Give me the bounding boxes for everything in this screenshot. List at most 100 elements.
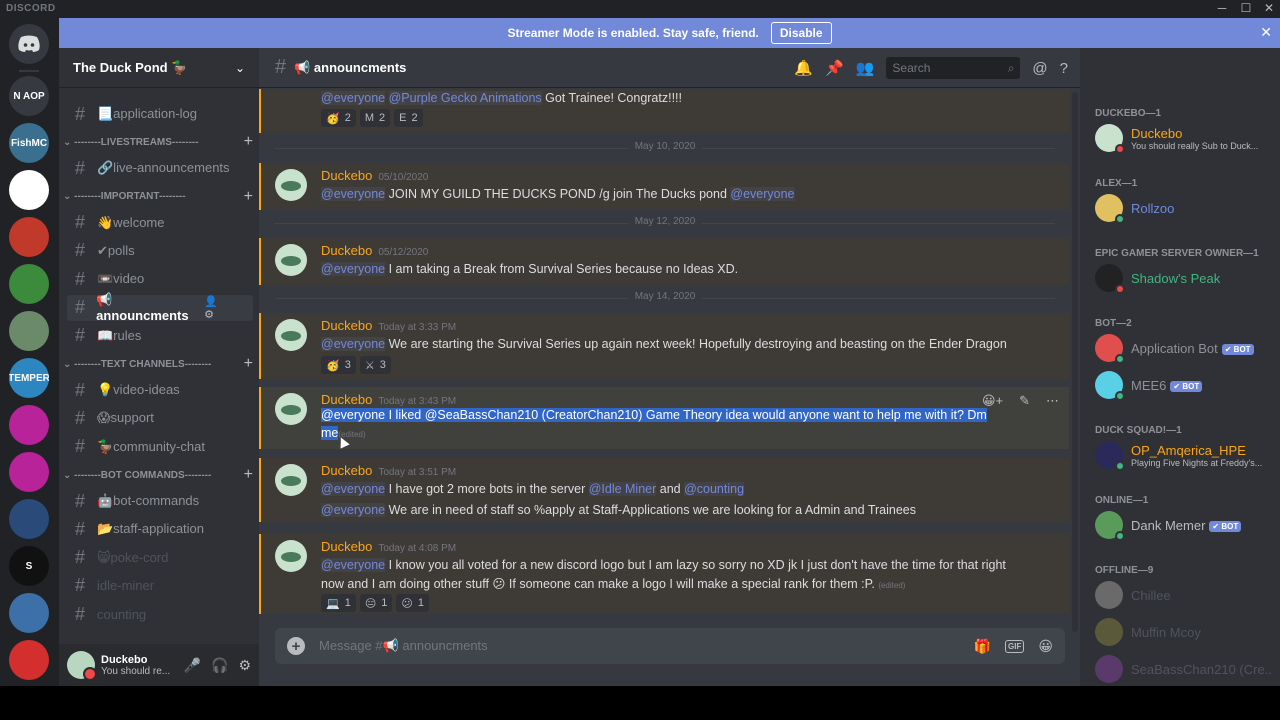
server-icon[interactable] xyxy=(9,640,49,680)
member-item[interactable]: Dank Memer ✔ BOT xyxy=(1095,507,1275,543)
guild-header[interactable]: The Duck Pond 🦆 ⌄ xyxy=(59,48,259,88)
channel-item[interactable]: # 😱support xyxy=(67,405,253,431)
reaction-button[interactable]: ⚔ 3 xyxy=(359,356,391,374)
reaction-button[interactable]: 🥳 3 xyxy=(321,356,356,374)
server-icon[interactable] xyxy=(9,593,49,633)
reaction-button[interactable]: 🥳 2 xyxy=(321,109,356,127)
member-item[interactable]: Rollzoo xyxy=(1095,190,1275,226)
server-icon[interactable] xyxy=(9,452,49,492)
message-author[interactable]: Duckebo Today at 3:33 PM xyxy=(321,318,456,333)
search-input[interactable]: Search ⌕ xyxy=(886,57,1021,79)
message-author[interactable]: Duckebo 05/10/2020 xyxy=(321,168,428,183)
gif-icon[interactable]: GIF xyxy=(1005,639,1025,653)
user-mention[interactable]: @everyone xyxy=(321,558,386,572)
reaction-button[interactable]: 😕 1 xyxy=(396,594,430,612)
user-mention[interactable]: @everyone xyxy=(321,187,386,201)
channel-category[interactable]: ⌄ --------IMPORTANT-------- + xyxy=(63,188,253,206)
emoji-icon[interactable]: 😀 xyxy=(1038,638,1053,655)
add-channel-icon[interactable]: + xyxy=(244,188,253,206)
user-mention[interactable]: @everyone xyxy=(321,503,386,517)
channel-item[interactable]: # 📖rules xyxy=(67,323,253,349)
add-reaction-icon[interactable]: 😀+ xyxy=(982,393,1003,409)
message-author[interactable]: Duckebo Today at 3:51 PM xyxy=(321,463,456,478)
user-mention[interactable]: @everyone xyxy=(321,91,386,105)
reaction-button[interactable]: 💻 1 xyxy=(321,594,356,612)
member-item[interactable]: OP_Amqerica_HPE Playing Five Nights at Fr… xyxy=(1095,437,1275,473)
server-icon[interactable]: S xyxy=(9,546,49,586)
author-avatar[interactable] xyxy=(275,540,307,572)
add-channel-icon[interactable]: + xyxy=(244,133,253,151)
member-item[interactable]: Muffin Mcoy xyxy=(1095,614,1275,650)
microphone-icon[interactable]: 🎤 xyxy=(184,657,201,674)
server-icon[interactable]: N AOP xyxy=(9,76,49,116)
channel-category[interactable]: ⌄ --------TEXT CHANNELS-------- + xyxy=(63,355,253,373)
message[interactable]: Duckebo 05/10/2020 @everyone JOIN MY GUIL… xyxy=(259,163,1069,210)
channel-item[interactable]: # 🦆community-chat xyxy=(67,434,253,460)
reaction-button[interactable]: 😑 1 xyxy=(359,594,393,612)
channel-item[interactable]: # idle-miner xyxy=(67,573,253,599)
headphones-icon[interactable]: 🎧 xyxy=(211,657,228,674)
reaction-button[interactable]: E2 xyxy=(394,109,423,127)
member-item[interactable]: Application Bot ✔ BOT xyxy=(1095,330,1275,366)
channel-item[interactable]: # 📂staff-application xyxy=(67,516,253,542)
members-icon[interactable]: 👥 xyxy=(856,59,875,77)
channel-item[interactable]: # 👋welcome xyxy=(67,210,253,236)
server-icon[interactable]: FishMC xyxy=(9,123,49,163)
channel-item[interactable]: # counting xyxy=(67,601,253,627)
member-item[interactable]: SeaBassChan210 (Cre... xyxy=(1095,651,1275,686)
author-avatar[interactable] xyxy=(275,319,307,351)
member-item[interactable]: Duckebo You should really Sub to Duck... xyxy=(1095,120,1275,156)
disable-streamer-mode-button[interactable]: Disable xyxy=(770,22,832,44)
reaction-button[interactable]: M2 xyxy=(359,109,391,127)
author-avatar[interactable] xyxy=(275,393,307,425)
user-mention[interactable]: @Idle Miner xyxy=(588,482,657,496)
message-composer[interactable]: + Message #📢 announcments 🎁 GIF 😀 xyxy=(275,628,1065,664)
maximize-button[interactable]: ☐ xyxy=(1236,1,1256,15)
gift-icon[interactable]: 🎁 xyxy=(974,638,991,655)
channel-item[interactable]: # 📼video xyxy=(67,266,253,292)
channel-item[interactable]: # 😸poke-cord xyxy=(67,545,253,571)
message[interactable]: Duckebo 05/12/2020 @everyone I am taking … xyxy=(259,238,1069,285)
channel-item[interactable]: # 📃application-log xyxy=(67,101,253,127)
server-icon[interactable]: TEMPER xyxy=(9,358,49,398)
user-mention[interactable]: @everyone xyxy=(321,482,386,496)
channel-category[interactable]: ⌄ --------LIVESTREAMS-------- + xyxy=(63,133,253,151)
message[interactable]: Duckebo Today at 4:08 PM @everyone I know… xyxy=(259,534,1069,614)
message-author[interactable]: Duckebo Today at 4:08 PM xyxy=(321,539,456,554)
home-button[interactable] xyxy=(9,24,49,64)
server-icon[interactable] xyxy=(9,264,49,304)
server-icon[interactable] xyxy=(9,405,49,445)
user-avatar[interactable] xyxy=(67,651,97,681)
member-item[interactable]: Shadow's Peak xyxy=(1095,260,1275,296)
author-avatar[interactable] xyxy=(275,244,307,276)
chevron-down-icon[interactable]: ⌄ xyxy=(235,61,245,75)
pin-icon[interactable]: 📌 xyxy=(825,59,844,77)
member-item[interactable]: Chillee xyxy=(1095,577,1275,613)
server-icon[interactable] xyxy=(9,311,49,351)
upload-plus-icon[interactable]: + xyxy=(287,637,305,655)
server-icon[interactable] xyxy=(9,499,49,539)
user-mention[interactable]: @counting xyxy=(684,482,745,496)
user-mention[interactable]: @everyone xyxy=(321,262,386,276)
server-icon[interactable] xyxy=(9,217,49,257)
minimize-button[interactable]: ─ xyxy=(1212,1,1232,15)
banner-close-icon[interactable]: ✕ xyxy=(1260,24,1272,41)
add-channel-icon[interactable]: + xyxy=(244,355,253,373)
channel-item[interactable]: # 🔗live-announcements xyxy=(67,155,253,181)
mentions-icon[interactable]: @ xyxy=(1032,60,1047,77)
author-avatar[interactable] xyxy=(275,464,307,496)
member-item[interactable]: MEE6 ✔ BOT xyxy=(1095,367,1275,403)
message-hovered[interactable]: Duckebo Today at 3:43 PM 😀+ ✎ ⋯ @everyone… xyxy=(259,387,1069,449)
message-partial[interactable]: @everyone @Purple Gecko Animations Got T… xyxy=(259,89,1069,133)
author-avatar[interactable] xyxy=(275,169,307,201)
channel-category[interactable]: ⌄ --------BOT COMMANDS-------- + xyxy=(63,466,253,484)
channel-item[interactable]: # ✔polls xyxy=(67,238,253,264)
message-author[interactable]: Duckebo 05/12/2020 xyxy=(321,243,428,258)
user-mention[interactable]: @Purple Gecko Animations xyxy=(388,91,542,105)
add-channel-icon[interactable]: + xyxy=(244,466,253,484)
message-author[interactable]: Duckebo Today at 3:43 PM xyxy=(321,392,456,407)
channel-item[interactable]: # 💡video-ideas xyxy=(67,377,253,403)
bell-icon[interactable]: 🔔 xyxy=(794,59,813,77)
message[interactable]: Duckebo Today at 3:33 PM @everyone We are… xyxy=(259,313,1069,379)
window-close-button[interactable]: ✕ xyxy=(1259,1,1279,15)
